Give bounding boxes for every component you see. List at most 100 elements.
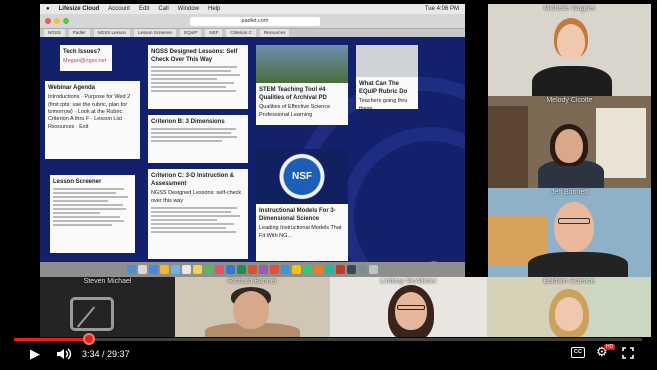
browser-tab[interactable]: Criterion C xyxy=(226,29,256,37)
nsf-logo: NSF xyxy=(256,149,348,204)
mac-menubar: ● Lifesize Cloud Account Edit Call Windo… xyxy=(40,4,465,14)
hd-badge: HD xyxy=(604,344,616,350)
video-tile[interactable]: Jeff Bonnett xyxy=(488,188,651,280)
card-title: Webinar Agenda xyxy=(48,85,96,91)
powerpoint-icon[interactable] xyxy=(248,265,257,274)
current-time: 3:34 xyxy=(82,349,100,359)
card-text: NGSS Designed Lessons: self-check over t… xyxy=(151,190,242,204)
progress-fill xyxy=(14,338,90,341)
video-tile[interactable]: Lindsay McAllister xyxy=(330,277,487,337)
volume-icon[interactable] xyxy=(56,347,72,365)
participant-name: Melody Cicotte xyxy=(546,97,593,104)
card-text: Teachers going thru these... xyxy=(359,98,408,109)
card-text[interactable]: Megan@ngss.net xyxy=(63,58,109,65)
app-icon[interactable] xyxy=(270,265,279,274)
acrobat-icon[interactable] xyxy=(336,265,345,274)
chrome-icon[interactable] xyxy=(160,265,169,274)
duration: 29:37 xyxy=(107,349,130,359)
participant-name: Jeff Bonnett xyxy=(550,189,589,196)
address-bar[interactable]: padlet.com xyxy=(190,17,320,26)
calendar-icon[interactable] xyxy=(182,265,191,274)
participant-name: Michelle Wagner xyxy=(543,5,596,12)
notes-icon[interactable] xyxy=(193,265,202,274)
mac-dock xyxy=(40,262,465,277)
menubar-app[interactable]: Lifesize Cloud xyxy=(59,6,100,12)
padlet-card[interactable]: What Can The EQuIP Rubric Do Teachers go… xyxy=(356,45,418,109)
app-icon[interactable] xyxy=(347,265,356,274)
video-tile[interactable]: Michelle Wagner xyxy=(488,4,651,96)
launchpad-icon[interactable] xyxy=(138,265,147,274)
captions-button[interactable]: CC xyxy=(571,347,585,358)
finder-icon[interactable] xyxy=(127,265,136,274)
menu-call[interactable]: Call xyxy=(158,6,168,12)
excel-icon[interactable] xyxy=(237,265,246,274)
video-off-icon xyxy=(70,297,114,331)
document-preview xyxy=(151,66,245,93)
padlet-card[interactable]: Lesson Screener xyxy=(50,175,135,253)
participant-name: Lindsay McAllister xyxy=(380,278,437,285)
card-text: Introductions · Purpose for Wed 2 (first… xyxy=(48,94,131,130)
card-title: NGSS Designed Lessons: Self Check Over T… xyxy=(151,49,238,64)
mail-icon[interactable] xyxy=(171,265,180,274)
time-display: 3:34 / 29:37 xyxy=(82,349,130,359)
participant-name: Steven Michael xyxy=(83,278,132,285)
menu-help[interactable]: Help xyxy=(208,6,220,12)
menu-edit[interactable]: Edit xyxy=(139,6,149,12)
minimize-window-icon[interactable] xyxy=(54,18,60,24)
video-tile[interactable]: Melody Cicotte xyxy=(488,96,651,188)
settings-icon[interactable] xyxy=(358,265,367,274)
apple-icon[interactable]: ● xyxy=(46,6,50,12)
padlet-card[interactable]: Criterion B: 3 Dimensions xyxy=(148,115,248,163)
browser-tab[interactable]: EQuIP xyxy=(180,29,202,37)
browser-tab[interactable]: NGSS xyxy=(44,29,65,37)
app-icon[interactable] xyxy=(314,265,323,274)
card-title: Lesson Screener xyxy=(53,179,102,185)
participant-name: Richard Banner xyxy=(228,278,277,285)
browser-tab[interactable]: NGSS Lesson xyxy=(93,29,131,37)
padlet-wall: Tech Issues? Megan@ngss.net Webinar Agen… xyxy=(40,37,465,277)
card-thumbnail xyxy=(256,45,348,83)
padlet-card[interactable]: Webinar Agenda Introductions · Purpose f… xyxy=(45,81,140,159)
app-icon[interactable] xyxy=(259,265,268,274)
browser-tab[interactable]: Lesson Screener xyxy=(134,29,177,37)
card-title: Criterion C: 3-D Instruction & Assessmen… xyxy=(151,173,235,188)
card-thumbnail xyxy=(356,45,418,77)
card-title: Criterion B: 3 Dimensions xyxy=(151,119,225,125)
card-title: Tech Issues? xyxy=(63,49,101,55)
word-icon[interactable] xyxy=(226,265,235,274)
progress-bar[interactable] xyxy=(14,338,642,341)
padlet-card[interactable]: NSF Instructional Models For 3-Dimension… xyxy=(256,149,348,261)
video-tile[interactable]: Richard Banner xyxy=(175,277,330,337)
padlet-card[interactable]: NGSS Designed Lessons: Self Check Over T… xyxy=(148,45,248,109)
trash-icon[interactable] xyxy=(369,265,378,274)
menu-account[interactable]: Account xyxy=(108,6,130,12)
close-window-icon[interactable] xyxy=(45,18,51,24)
screen-share: ● Lifesize Cloud Account Edit Call Windo… xyxy=(40,4,465,277)
card-title: What Can The EQuIP Rubric Do xyxy=(359,81,408,96)
document-preview xyxy=(151,207,245,234)
browser-tab[interactable]: NSF xyxy=(205,29,223,37)
browser-toolbar: padlet.com xyxy=(40,14,465,29)
app-icon[interactable] xyxy=(325,265,334,274)
padlet-card[interactable]: Tech Issues? Megan@ngss.net xyxy=(60,45,112,71)
padlet-card[interactable]: STEM Teaching Tool #4 Qualities of Archi… xyxy=(256,45,348,125)
messages-icon[interactable] xyxy=(204,265,213,274)
safari-icon[interactable] xyxy=(149,265,158,274)
browser-tab[interactable]: Padlet xyxy=(68,29,90,37)
music-icon[interactable] xyxy=(215,265,224,274)
menu-window[interactable]: Window xyxy=(178,6,199,12)
padlet-card[interactable]: Criterion C: 3-D Instruction & Assessmen… xyxy=(148,169,248,259)
card-text: Qualities of Effective Science Professio… xyxy=(259,104,331,118)
app-icon[interactable] xyxy=(292,265,301,274)
app-icon[interactable] xyxy=(303,265,312,274)
zoom-window-icon[interactable] xyxy=(63,18,69,24)
app-icon[interactable] xyxy=(281,265,290,274)
video-tile[interactable]: Baldwin Science xyxy=(487,277,651,337)
browser-tab[interactable]: Resources xyxy=(259,29,290,37)
participant-name: Baldwin Science xyxy=(543,278,595,285)
menubar-clock: Tue 4:06 PM xyxy=(424,6,459,12)
fullscreen-icon[interactable] xyxy=(622,347,634,363)
progress-scrubber[interactable] xyxy=(83,333,96,345)
video-player-controls: ▶ 3:34 / 29:37 CC ⚙ HD xyxy=(0,330,657,370)
play-icon[interactable]: ▶ xyxy=(30,347,40,361)
